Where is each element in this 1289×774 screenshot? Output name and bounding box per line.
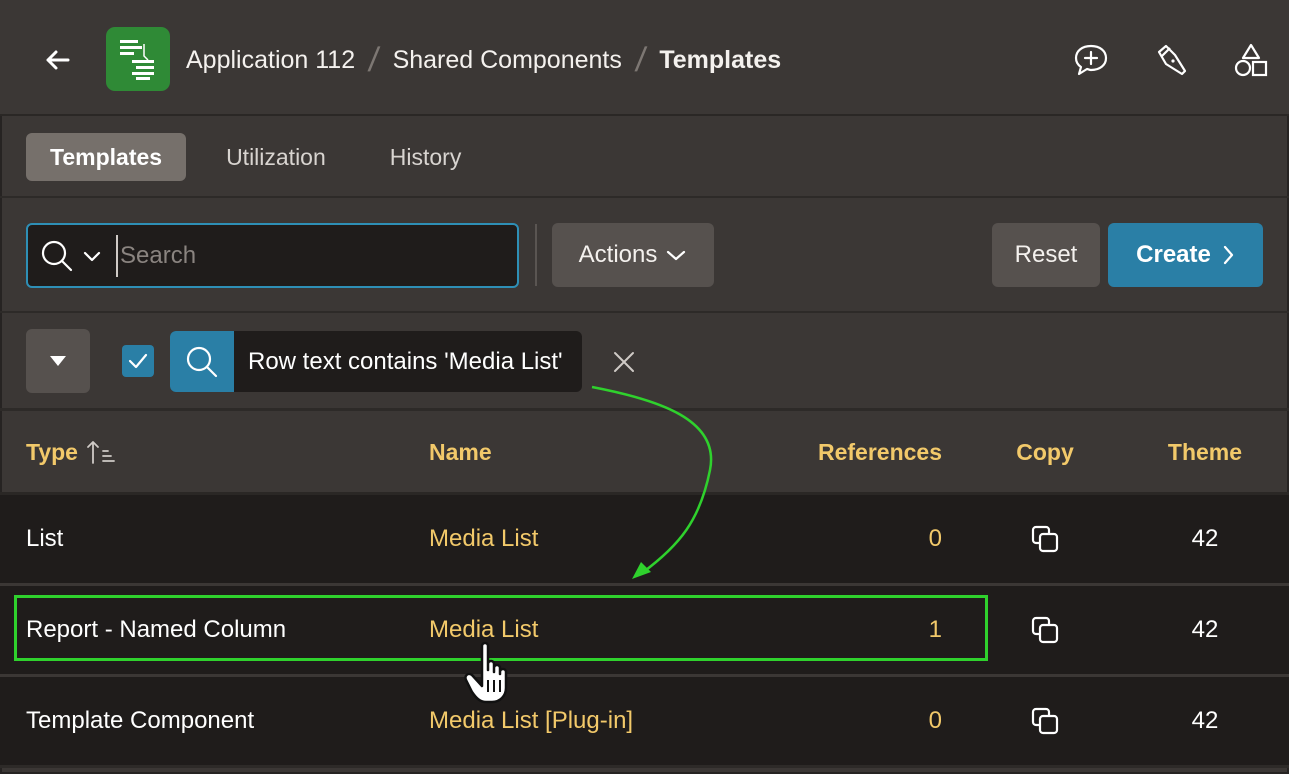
shapes-icon — [1234, 43, 1268, 77]
cell-theme: 42 — [1191, 707, 1219, 734]
toggle-filters-button[interactable] — [26, 329, 90, 393]
breadcrumb-shared-components[interactable]: Shared Components — [393, 46, 622, 75]
breadcrumb-separator: / — [366, 40, 382, 79]
cell-type: List — [26, 525, 64, 552]
create-label: Create — [1136, 241, 1211, 268]
divider — [0, 196, 1289, 198]
cell-name-link[interactable]: Media List [Plug-in] — [429, 677, 633, 765]
sort-ascending-icon — [87, 441, 115, 464]
reset-button[interactable]: Reset — [992, 223, 1100, 287]
remove-filter-button[interactable] — [606, 344, 642, 380]
breadcrumb: Application 112 / Shared Components / Te… — [186, 40, 781, 80]
copy-button[interactable] — [1026, 586, 1064, 674]
tab-bar: Templates Utilization History — [26, 133, 501, 181]
chevron-down-icon — [667, 250, 686, 261]
copy-icon — [1031, 616, 1059, 644]
search-field[interactable] — [26, 223, 519, 288]
create-button[interactable]: Create — [1108, 223, 1263, 287]
table-row: List Media List 0 42 — [0, 495, 1289, 583]
divider — [0, 408, 1289, 411]
filter-search-icon-wrap — [170, 331, 234, 392]
cell-theme: 42 — [1191, 616, 1219, 643]
filter-chip[interactable]: Row text contains 'Media List' — [170, 331, 582, 392]
tab-utilization[interactable]: Utilization — [202, 133, 350, 181]
cell-theme: 42 — [1191, 525, 1219, 552]
column-header-type[interactable]: Type — [26, 432, 118, 472]
actions-label: Actions — [578, 241, 658, 268]
add-comment-button[interactable] — [1071, 40, 1111, 80]
shared-components-button[interactable] — [1231, 40, 1271, 80]
back-button[interactable] — [40, 42, 76, 78]
filter-enabled-checkbox[interactable] — [122, 345, 154, 377]
copy-icon — [1031, 525, 1059, 553]
close-icon — [614, 352, 634, 372]
search-icon — [186, 346, 218, 377]
add-comment-icon — [1074, 44, 1108, 76]
breadcrumb-current-page: Templates — [659, 45, 782, 74]
column-header-copy: Copy — [1016, 438, 1074, 465]
caret-down-icon — [50, 356, 66, 366]
cell-type: Template Component — [26, 707, 255, 734]
cell-references-link[interactable]: 1 — [800, 586, 942, 674]
column-header-type-label: Type — [26, 438, 78, 465]
copy-button[interactable] — [1026, 495, 1064, 583]
column-header-references[interactable]: References — [800, 432, 942, 472]
flashlight-button[interactable] — [1151, 40, 1191, 80]
checkmark-icon — [128, 353, 148, 369]
tab-history[interactable]: History — [366, 133, 486, 181]
column-header-name[interactable]: Name — [429, 432, 492, 472]
chevron-down-icon — [83, 251, 101, 262]
chevron-right-icon — [1223, 245, 1233, 265]
copy-icon — [1031, 707, 1059, 735]
copy-button[interactable] — [1026, 677, 1064, 765]
reset-label: Reset — [1014, 241, 1078, 268]
cell-name-link[interactable]: Media List — [429, 495, 538, 583]
table-row: Template Component Media List [Plug-in] … — [0, 677, 1289, 765]
application-icon[interactable] — [106, 27, 170, 91]
toolbar-divider — [535, 224, 537, 286]
filter-text: Row text contains 'Media List' — [248, 347, 563, 375]
search-input[interactable] — [116, 235, 506, 277]
table-row: Report - Named Column Media List 1 42 — [0, 586, 1289, 674]
breadcrumb-separator: / — [633, 40, 649, 79]
cell-references-link[interactable]: 0 — [800, 677, 942, 765]
actions-menu-button[interactable]: Actions — [552, 223, 714, 287]
flashlight-icon — [1157, 44, 1187, 76]
tab-templates[interactable]: Templates — [26, 133, 187, 181]
cell-type: Report - Named Column — [26, 616, 287, 643]
search-column-selector[interactable] — [40, 239, 104, 273]
breadcrumb-application[interactable]: Application 112 — [186, 46, 355, 75]
cell-name-link[interactable]: Media List — [429, 586, 538, 674]
column-header-theme[interactable]: Theme — [1160, 432, 1250, 472]
row-divider — [0, 765, 1289, 768]
cell-references-link[interactable]: 0 — [800, 495, 942, 583]
back-arrow-icon — [46, 50, 70, 70]
search-icon — [41, 240, 73, 272]
app-list-icon — [120, 40, 154, 80]
page-header: Application 112 / Shared Components / Te… — [0, 0, 1289, 116]
divider — [0, 311, 1289, 313]
